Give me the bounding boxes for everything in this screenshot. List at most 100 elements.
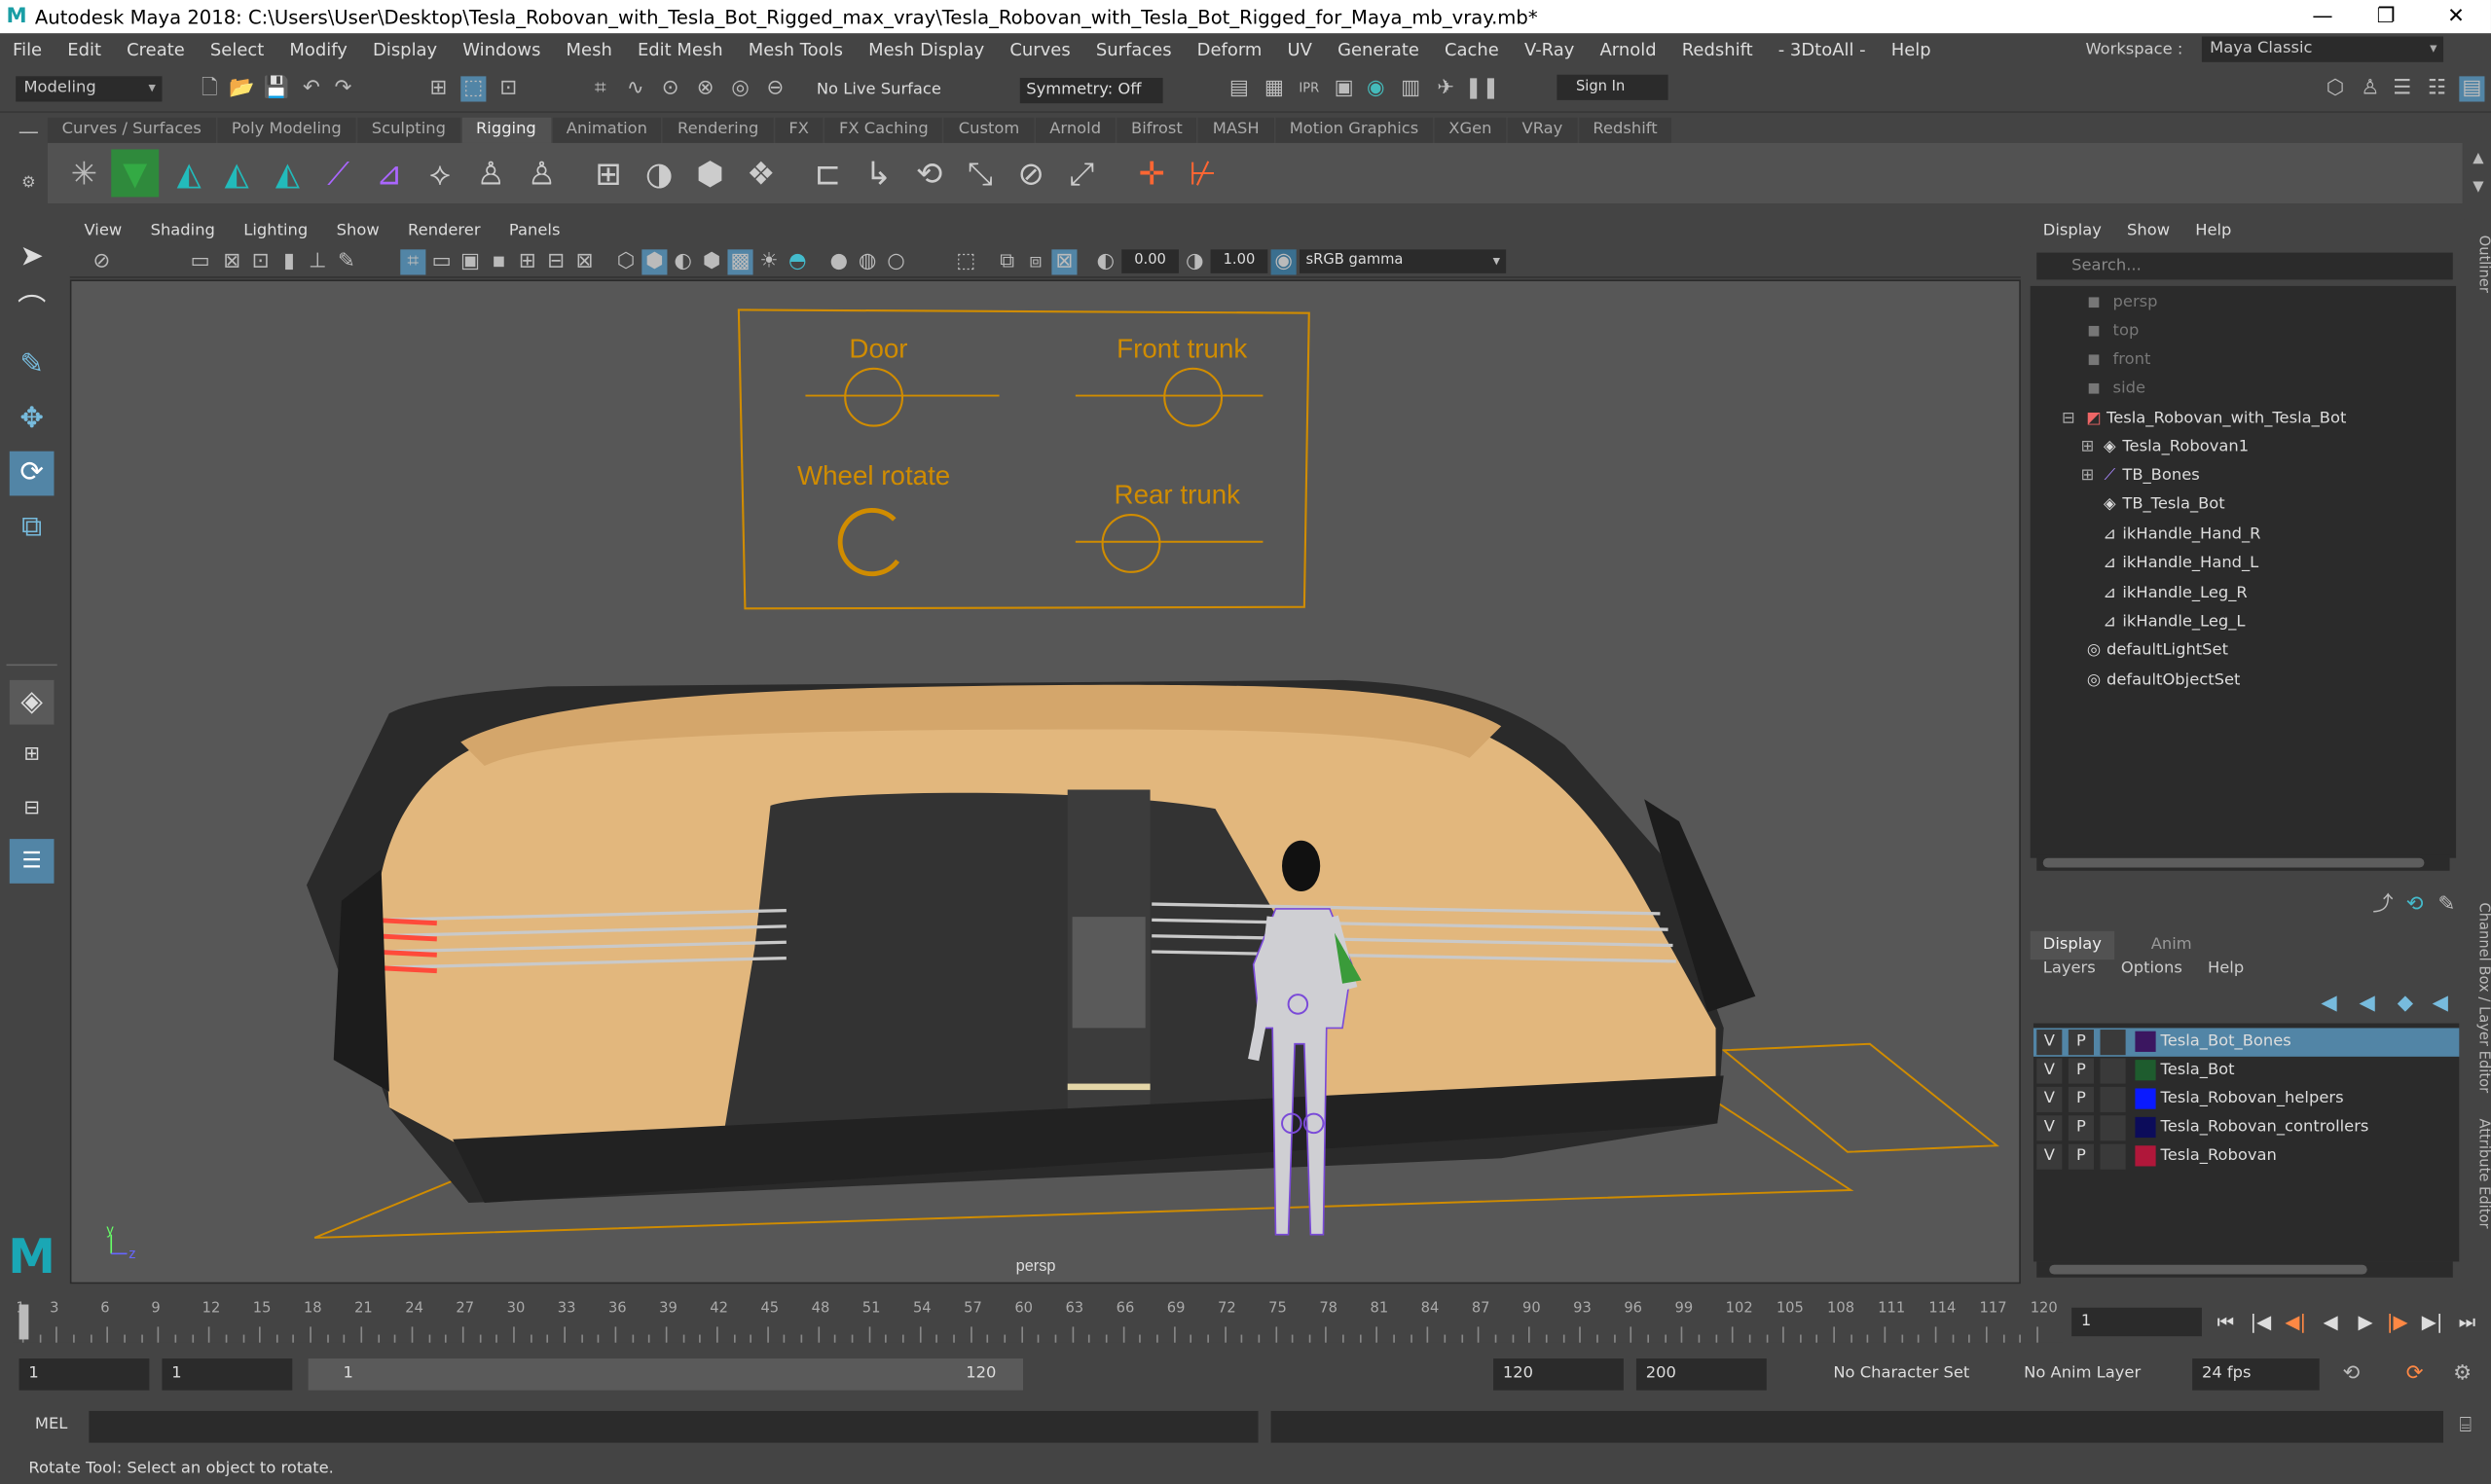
outliner-item-tesla-robovan-with-tesla-bot[interactable]: ⊟ ◩ Tesla_Robovan_with_Tesla_Bot [2031, 405, 2456, 433]
joint-tool-icon[interactable]: ⟋ [314, 149, 362, 197]
layer-row-tesla-robovan-controllers[interactable]: V P Tesla_Robovan_controllers [2033, 1114, 2459, 1142]
step-back-key-icon[interactable]: |◀ [2247, 1308, 2275, 1336]
four-view-layout-icon[interactable]: ⊞ [10, 731, 55, 776]
safe-title-icon[interactable]: ⊠ [572, 249, 598, 274]
layer-playback-toggle[interactable]: P [2068, 1030, 2094, 1056]
shelf-tab-redshift[interactable]: Redshift [1578, 117, 1672, 143]
gate-mask-icon[interactable]: ▪ [486, 249, 511, 274]
shelf-tab-mash[interactable]: MASH [1198, 117, 1274, 143]
snap-plane-icon[interactable]: ⊖ [762, 76, 788, 101]
layer-display-type-toggle[interactable] [2100, 1030, 2126, 1056]
single-view-layout-icon[interactable]: ◈ [9, 679, 55, 725]
gamma-field[interactable]: 1.00 [1210, 249, 1268, 273]
outliner-menu-help[interactable]: Help [2182, 223, 2244, 240]
xray-active-icon[interactable]: ⊠ [1051, 249, 1078, 275]
layer-display-type-toggle[interactable] [2100, 1143, 2126, 1170]
skin-bind-icon[interactable]: ◭ [165, 149, 213, 197]
select-camera-icon[interactable]: ⊘ [89, 249, 114, 274]
match-transform-icon[interactable]: ⊬ [1179, 149, 1227, 197]
menu-mesh-display[interactable]: Mesh Display [856, 39, 997, 59]
shelf-scroll-up-icon[interactable]: ▲ [2466, 146, 2491, 171]
paint-select-tool-icon[interactable]: ✎ [10, 344, 55, 388]
snap-grid-icon[interactable]: ⌗ [588, 76, 613, 101]
shelf-scroll-down-icon[interactable]: ▼ [2466, 175, 2491, 200]
undo-icon[interactable]: ↶ [299, 76, 324, 101]
locator-icon[interactable]: ✳ [60, 149, 108, 197]
shelf-tab-curves-surfaces[interactable]: Curves / Surfaces [47, 117, 216, 143]
shelf-tab-fx-caching[interactable]: FX Caching [824, 117, 943, 143]
shelf-tab-motion-graphics[interactable]: Motion Graphics [1275, 117, 1433, 143]
symmetry-dropdown[interactable]: Symmetry: Off [1019, 78, 1163, 104]
snap-together-icon[interactable]: ✛ [1128, 149, 1176, 197]
character-set-dropdown[interactable]: No Character Set [1823, 1358, 1977, 1391]
view-transform-icon[interactable]: ◉ [1270, 249, 1297, 275]
wireframe-on-shaded-icon[interactable]: ⬢ [699, 249, 724, 274]
menu-modify[interactable]: Modify [276, 39, 360, 59]
rotate-tool-icon[interactable]: ⟳ [9, 451, 55, 496]
menu-3dtoall[interactable]: - 3DtoAll - [1766, 39, 1879, 59]
layer-menu-options[interactable]: Options [2108, 959, 2195, 977]
play-forward-icon[interactable]: ▶ [2351, 1308, 2379, 1336]
select-by-hierarchy-icon[interactable]: ⊞ [425, 76, 451, 101]
isolate-select-icon[interactable]: ⬚ [953, 249, 978, 274]
step-forward-key-icon[interactable]: ▶| [2418, 1308, 2446, 1336]
viewport-menu-show[interactable]: Show [322, 219, 393, 246]
smooth-bind-icon[interactable]: ◭ [213, 149, 261, 197]
screen-space-ao-icon[interactable]: ● [826, 249, 852, 274]
shelf-menu-icon[interactable]: — [16, 121, 41, 146]
animation-start-field[interactable]: 1 [18, 1358, 150, 1391]
exposure-icon[interactable]: ◐ [1093, 249, 1118, 274]
step-forward-frame-icon[interactable]: |▶ [2383, 1308, 2411, 1336]
snap-view-icon[interactable]: ⊗ [693, 76, 718, 101]
layer-row-tesla-bot[interactable]: V P Tesla_Bot [2033, 1057, 2459, 1085]
render-settings-icon[interactable]: ▣ [1332, 76, 1357, 101]
layer-display-type-toggle[interactable] [2100, 1058, 2126, 1084]
two-d-pan-icon[interactable]: ⊥ [305, 249, 330, 274]
outliner-menu-display[interactable]: Display [2031, 223, 2114, 240]
lasso-tool-icon[interactable]: ⌒ [10, 289, 55, 334]
channel-box-refresh-icon[interactable]: ⟲ [2402, 893, 2428, 919]
select-by-object-icon[interactable]: ⬚ [460, 76, 487, 102]
scale-tool-icon[interactable]: ⧉ [10, 505, 55, 550]
wireframe-icon[interactable]: ⬡ [613, 249, 639, 274]
layer-tab-display[interactable]: Display [2030, 930, 2114, 960]
layer-playback-toggle[interactable]: P [2068, 1058, 2094, 1084]
channel-box-key-icon[interactable]: ⤴ [2370, 893, 2396, 919]
layer-playback-toggle[interactable]: P [2068, 1115, 2094, 1141]
menu-display[interactable]: Display [360, 39, 450, 59]
shelf-tab-custom[interactable]: Custom [944, 117, 1034, 143]
unbind-skin-icon[interactable]: ◭ [264, 149, 311, 197]
field-chart-icon[interactable]: ⊞ [515, 249, 540, 274]
menu-uv[interactable]: UV [1274, 39, 1325, 59]
color-space-chevron-down-icon[interactable]: ▾ [1484, 249, 1509, 274]
play-backward-icon[interactable]: ◀ [2316, 1308, 2344, 1336]
layer-playback-toggle[interactable]: P [2068, 1086, 2094, 1112]
film-gate-icon[interactable]: ▭ [429, 249, 455, 274]
close-button[interactable]: ✕ [2424, 0, 2487, 33]
select-by-component-icon[interactable]: ⊡ [495, 76, 521, 101]
menu-surfaces[interactable]: Surfaces [1083, 39, 1185, 59]
ipr-render-icon[interactable]: IPR [1297, 76, 1322, 101]
menu-mesh-tools[interactable]: Mesh Tools [736, 39, 856, 59]
blend-shape-icon[interactable]: ⬢ [686, 149, 734, 197]
shelf-tab-arnold[interactable]: Arnold [1035, 117, 1116, 143]
layer-visibility-toggle[interactable]: V [2036, 1115, 2063, 1141]
viewport-menu-view[interactable]: View [70, 219, 136, 246]
outliner-item-tesla-robovan1[interactable]: ⊞ ◈ Tesla_Robovan1 [2031, 434, 2456, 462]
tool-settings-toggle-icon[interactable]: ☷ [2424, 76, 2449, 101]
viewport-menu-renderer[interactable]: Renderer [393, 219, 495, 246]
exposure-field[interactable]: 0.00 [1121, 249, 1179, 273]
move-tool-icon[interactable]: ✥ [10, 397, 55, 442]
layer-color-swatch[interactable] [2135, 1031, 2156, 1052]
menu-set-dropdown[interactable]: Modeling [16, 76, 163, 102]
resolution-gate-icon[interactable]: ▣ [458, 249, 483, 274]
current-frame-field[interactable]: 1 [2071, 1307, 2202, 1337]
humanik-icon[interactable]: ♙ [2358, 76, 2383, 101]
outliner-item-ikhandle-hand-l[interactable]: ⊿ ikHandle_Hand_L [2031, 550, 2456, 578]
menu-curves[interactable]: Curves [997, 39, 1082, 59]
menu-windows[interactable]: Windows [450, 39, 553, 59]
fps-dropdown[interactable]: 24 fps [2192, 1358, 2320, 1391]
modeling-toolkit-icon[interactable]: ⬡ [2323, 76, 2348, 101]
layer-tab-anim[interactable]: Anim [2139, 931, 2205, 959]
live-surface-field[interactable]: No Live Surface [817, 78, 963, 103]
